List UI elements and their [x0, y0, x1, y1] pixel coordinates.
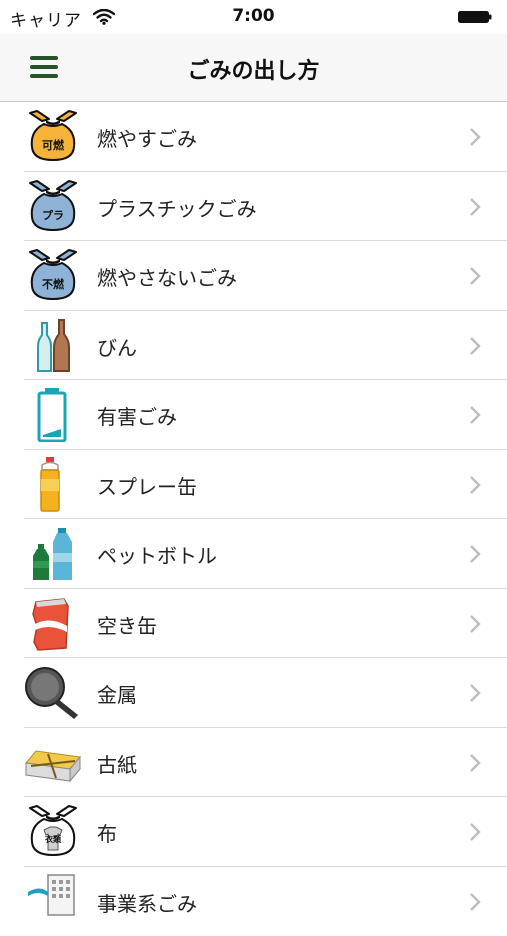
list-item-label: 有害ごみ	[97, 401, 177, 430]
nonburnable-bag-icon: 不燃	[24, 248, 82, 303]
list-item-label: 燃やすごみ	[97, 123, 197, 152]
list-item-label: ペットボトル	[97, 540, 217, 569]
list-item-empty-can[interactable]: 空き缶	[0, 589, 507, 659]
svg-text:可燃: 可燃	[42, 138, 65, 152]
list-item-burnable[interactable]: 可燃 燃やすごみ	[0, 102, 507, 172]
empty-can-icon	[24, 596, 82, 651]
newspaper-bundle-icon	[24, 735, 82, 790]
list-item-label: スプレー缶	[97, 471, 197, 500]
status-time: 7:00	[0, 6, 507, 26]
chevron-right-icon	[468, 405, 482, 425]
bottles-icon	[24, 318, 82, 373]
list-item-business[interactable]: 事業系ごみ	[0, 867, 507, 936]
garbage-category-list: 可燃 燃やすごみ プラ プラスチックごみ 不燃 燃やさないごみ	[0, 102, 507, 936]
battery-icon	[24, 387, 82, 442]
chevron-right-icon	[468, 127, 482, 147]
list-item-hazardous[interactable]: 有害ごみ	[0, 380, 507, 450]
list-item-metal[interactable]: 金属	[0, 658, 507, 728]
status-bar: キャリア 7:00	[0, 0, 507, 34]
cloth-bag-icon: 衣類	[24, 804, 82, 859]
chevron-right-icon	[468, 892, 482, 912]
chevron-right-icon	[468, 822, 482, 842]
chevron-right-icon	[468, 753, 482, 773]
chevron-right-icon	[468, 266, 482, 286]
list-item-bottles[interactable]: びん	[0, 311, 507, 381]
list-item-label: 古紙	[97, 749, 137, 778]
list-item-nonburnable[interactable]: 不燃 燃やさないごみ	[0, 241, 507, 311]
building-icon	[24, 874, 82, 929]
plastic-bag-icon: プラ	[24, 179, 82, 234]
burnable-bag-icon: 可燃	[24, 109, 82, 164]
list-item-label: 金属	[97, 679, 137, 708]
list-item-label: びん	[97, 332, 137, 361]
chevron-right-icon	[468, 614, 482, 634]
spray-can-icon	[24, 457, 82, 512]
list-item-spray-can[interactable]: スプレー缶	[0, 450, 507, 520]
chevron-right-icon	[468, 336, 482, 356]
list-item-plastic[interactable]: プラ プラスチックごみ	[0, 172, 507, 242]
list-item-label: プラスチックごみ	[97, 193, 257, 222]
list-item-label: 空き缶	[97, 610, 157, 639]
pet-bottles-icon	[24, 526, 82, 581]
list-item-label: 事業系ごみ	[97, 888, 197, 917]
list-item-label: 燃やさないごみ	[97, 262, 237, 291]
page-title: ごみの出し方	[0, 53, 507, 85]
chevron-right-icon	[468, 544, 482, 564]
chevron-right-icon	[468, 197, 482, 217]
svg-text:プラ: プラ	[42, 208, 64, 222]
frying-pan-icon	[24, 665, 82, 720]
chevron-right-icon	[468, 475, 482, 495]
list-item-label: 布	[97, 818, 117, 847]
list-item-cloth[interactable]: 衣類 布	[0, 797, 507, 867]
navigation-bar: ごみの出し方	[0, 34, 507, 102]
chevron-right-icon	[468, 683, 482, 703]
svg-text:不燃: 不燃	[42, 277, 65, 291]
svg-text:衣類: 衣類	[45, 834, 62, 844]
list-item-pet-bottles[interactable]: ペットボトル	[0, 519, 507, 589]
battery-status-icon	[458, 11, 492, 23]
list-item-paper[interactable]: 古紙	[0, 728, 507, 798]
